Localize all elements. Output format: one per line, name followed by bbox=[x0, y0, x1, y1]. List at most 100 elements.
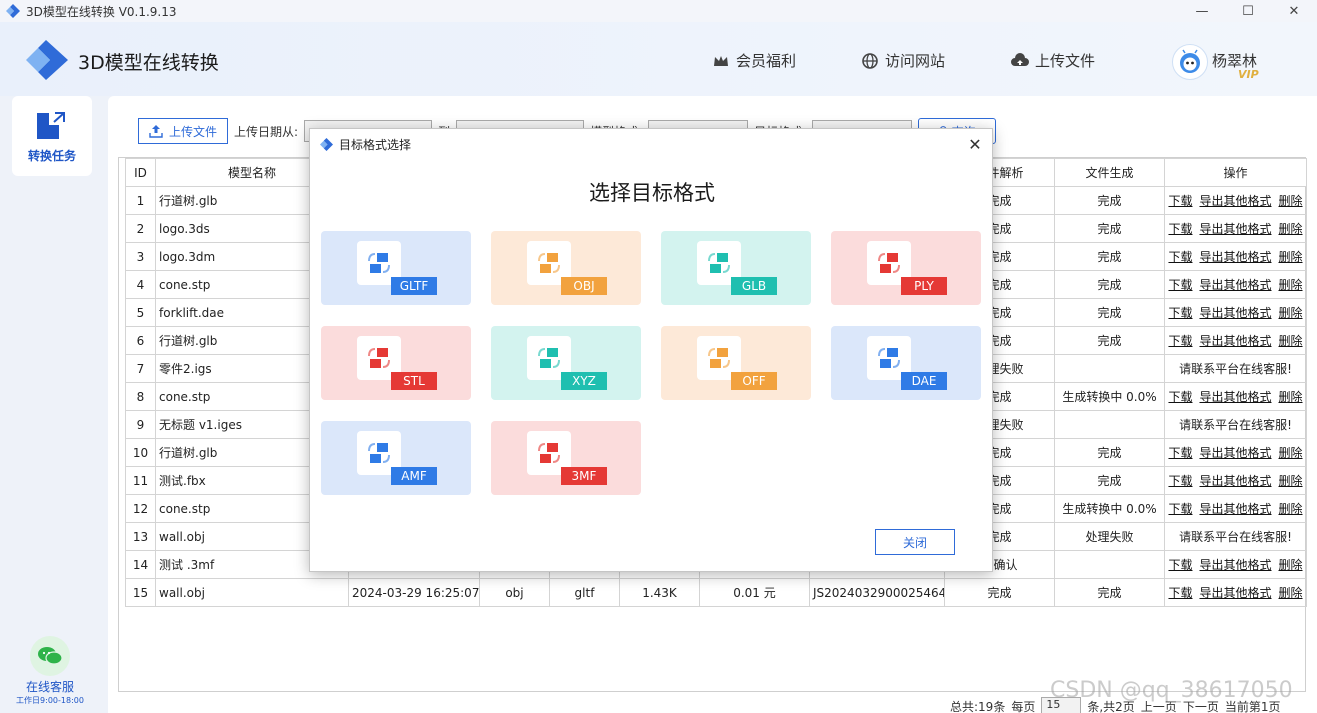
cell-actions: 请联系平台在线客服! bbox=[1164, 354, 1307, 383]
format-option-off[interactable]: OFF bbox=[661, 326, 811, 400]
cell-id: 6 bbox=[125, 326, 156, 355]
minimize-button[interactable]: — bbox=[1179, 0, 1225, 22]
nav-visit-site[interactable]: 访问网站 bbox=[861, 50, 945, 71]
download-link[interactable]: 下载 bbox=[1168, 306, 1192, 320]
user-avatar[interactable] bbox=[1172, 44, 1208, 80]
format-option-xyz[interactable]: XYZ bbox=[491, 326, 641, 400]
dialog-close-icon[interactable]: ✕ bbox=[964, 133, 986, 155]
cell-id: 2 bbox=[125, 214, 156, 243]
format-label: OFF bbox=[731, 372, 777, 390]
export-other-format-link[interactable]: 导出其他格式 bbox=[1199, 446, 1271, 460]
export-other-format-link[interactable]: 导出其他格式 bbox=[1199, 306, 1271, 320]
download-link[interactable]: 下载 bbox=[1168, 390, 1192, 404]
sidebar-item-label: 转换任务 bbox=[27, 148, 76, 163]
crown-icon bbox=[714, 55, 728, 66]
close-window-button[interactable]: ✕ bbox=[1271, 0, 1317, 22]
format-label: STL bbox=[391, 372, 437, 390]
download-link[interactable]: 下载 bbox=[1168, 586, 1192, 600]
cell-actions: 下载 导出其他格式 删除 bbox=[1164, 494, 1307, 523]
cell-gen: 完成 bbox=[1054, 578, 1165, 607]
nav-upload-file[interactable]: 上传文件 bbox=[1011, 50, 1095, 71]
online-service[interactable]: 在线客服 工作日9:00-18:00 bbox=[0, 636, 100, 706]
window-title: 3D模型在线转换 V0.1.9.13 bbox=[26, 4, 177, 19]
delete-link[interactable]: 删除 bbox=[1279, 278, 1303, 292]
column-header: 操作 bbox=[1164, 158, 1307, 187]
target-format-dialog: 目标格式选择 ✕ 选择目标格式 GLTF OBJ GLB PLY STL XYZ OFF DA… bbox=[309, 128, 993, 572]
delete-link[interactable]: 删除 bbox=[1279, 558, 1303, 572]
contact-service-text: 请联系平台在线客服! bbox=[1179, 362, 1292, 376]
export-other-format-link[interactable]: 导出其他格式 bbox=[1199, 390, 1271, 404]
cell-id: 7 bbox=[125, 354, 156, 383]
export-other-format-link[interactable]: 导出其他格式 bbox=[1199, 586, 1271, 600]
format-option-stl[interactable]: STL bbox=[321, 326, 471, 400]
export-other-format-link[interactable]: 导出其他格式 bbox=[1199, 250, 1271, 264]
cell-actions: 下载 导出其他格式 删除 bbox=[1164, 298, 1307, 327]
format-option-ply[interactable]: PLY bbox=[831, 231, 981, 305]
download-link[interactable]: 下载 bbox=[1168, 334, 1192, 348]
download-link[interactable]: 下载 bbox=[1168, 446, 1192, 460]
online-service-hours: 工作日9:00-18:00 bbox=[16, 696, 84, 705]
cell-actions: 下载 导出其他格式 删除 bbox=[1164, 242, 1307, 271]
format-option-glb[interactable]: GLB bbox=[661, 231, 811, 305]
format-label: GLTF bbox=[391, 277, 437, 295]
export-other-format-link[interactable]: 导出其他格式 bbox=[1199, 558, 1271, 572]
export-other-format-link[interactable]: 导出其他格式 bbox=[1199, 222, 1271, 236]
download-link[interactable]: 下载 bbox=[1168, 250, 1192, 264]
robot-avatar-icon bbox=[1180, 49, 1200, 73]
upload-file-button[interactable]: 上传文件 bbox=[138, 118, 229, 144]
nav-upload-file-label: 上传文件 bbox=[1035, 52, 1096, 70]
cell-id: 11 bbox=[125, 466, 156, 495]
cell-actions: 下载 导出其他格式 删除 bbox=[1164, 326, 1307, 355]
delete-link[interactable]: 删除 bbox=[1279, 194, 1303, 208]
format-option-3mf[interactable]: 3MF bbox=[491, 421, 641, 495]
download-link[interactable]: 下载 bbox=[1168, 474, 1192, 488]
format-label: XYZ bbox=[561, 372, 607, 390]
export-other-format-link[interactable]: 导出其他格式 bbox=[1199, 278, 1271, 292]
cell-actions: 请联系平台在线客服! bbox=[1164, 522, 1307, 551]
window-titlebar: 3D模型在线转换 V0.1.9.13 — ☐ ✕ bbox=[0, 0, 1317, 22]
cell-id: 15 bbox=[125, 578, 156, 607]
cell-gen bbox=[1054, 354, 1165, 383]
delete-link[interactable]: 删除 bbox=[1279, 306, 1303, 320]
download-link[interactable]: 下载 bbox=[1168, 558, 1192, 572]
nav-vip-benefits[interactable]: 会员福利 bbox=[712, 50, 796, 71]
app-logo-icon bbox=[6, 4, 20, 18]
sidebar-item-conversion-tasks[interactable]: 转换任务 bbox=[12, 96, 92, 176]
cell-gen bbox=[1054, 550, 1165, 579]
delete-link[interactable]: 删除 bbox=[1279, 250, 1303, 264]
delete-link[interactable]: 删除 bbox=[1279, 446, 1303, 460]
dialog-close-button[interactable]: 关闭 bbox=[875, 529, 955, 555]
cell-id: 5 bbox=[125, 298, 156, 327]
download-link[interactable]: 下载 bbox=[1168, 502, 1192, 516]
app-header: 3D模型在线转换 会员福利 访问网站 上传文件 杨翠林 VIP bbox=[0, 22, 1317, 96]
export-other-format-link[interactable]: 导出其他格式 bbox=[1199, 474, 1271, 488]
cell-actions: 下载 导出其他格式 删除 bbox=[1164, 214, 1307, 243]
format-option-dae[interactable]: DAE bbox=[831, 326, 981, 400]
cell-parse: 完成 bbox=[944, 578, 1055, 607]
format-option-obj[interactable]: OBJ bbox=[491, 231, 641, 305]
delete-link[interactable]: 删除 bbox=[1279, 502, 1303, 516]
delete-link[interactable]: 删除 bbox=[1279, 474, 1303, 488]
cell-gen: 处理失败 bbox=[1054, 522, 1165, 551]
wechat-icon bbox=[30, 636, 70, 676]
maximize-button[interactable]: ☐ bbox=[1225, 0, 1271, 22]
download-link[interactable]: 下载 bbox=[1168, 194, 1192, 208]
export-other-format-link[interactable]: 导出其他格式 bbox=[1199, 334, 1271, 348]
cell-gen: 完成 bbox=[1054, 466, 1165, 495]
export-other-format-link[interactable]: 导出其他格式 bbox=[1199, 194, 1271, 208]
delete-link[interactable]: 删除 bbox=[1279, 390, 1303, 404]
cell-actions: 下载 导出其他格式 删除 bbox=[1164, 382, 1307, 411]
export-other-format-link[interactable]: 导出其他格式 bbox=[1199, 502, 1271, 516]
delete-link[interactable]: 删除 bbox=[1279, 586, 1303, 600]
download-link[interactable]: 下载 bbox=[1168, 278, 1192, 292]
dialog-header: 目标格式选择 bbox=[310, 129, 992, 159]
delete-link[interactable]: 删除 bbox=[1279, 222, 1303, 236]
format-option-gltf[interactable]: GLTF bbox=[321, 231, 471, 305]
delete-link[interactable]: 删除 bbox=[1279, 334, 1303, 348]
download-link[interactable]: 下载 bbox=[1168, 222, 1192, 236]
format-option-amf[interactable]: AMF bbox=[321, 421, 471, 495]
cell-size: 1.43K bbox=[619, 578, 700, 607]
table-row[interactable]: 15 wall.obj 2024-03-29 16:25:07 obj gltf 1.43… bbox=[125, 578, 1307, 607]
cell-gen: 完成 bbox=[1054, 186, 1165, 215]
contact-service-text: 请联系平台在线客服! bbox=[1179, 530, 1292, 544]
